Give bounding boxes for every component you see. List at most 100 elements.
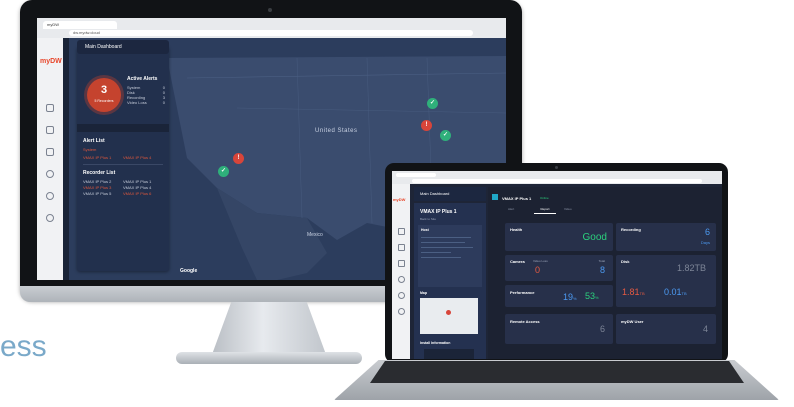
map-country-label: United States	[315, 128, 358, 134]
laptop-app-logo[interactable]: myDW	[393, 197, 405, 202]
browser-tab[interactable]: myDW	[43, 21, 117, 29]
laptop-online-status: Online	[540, 196, 549, 200]
recorder-item[interactable]: VMAX IP Plus 5	[83, 191, 111, 196]
remote-access-value: 6	[599, 324, 605, 334]
users-title: myDW User	[621, 319, 644, 324]
laptop-mini-map-pin	[446, 310, 451, 315]
camera-offline-value: 0	[535, 265, 541, 275]
address-bar[interactable]: dw.mydw.cloud	[69, 30, 473, 36]
laptop-address-bar[interactable]	[412, 179, 702, 183]
alert-count: 3	[100, 84, 108, 96]
tab-video[interactable]: Video	[564, 207, 572, 211]
remote-access-card[interactable]: Remote Access 6	[505, 314, 613, 344]
laptop-host-line	[421, 242, 465, 243]
laptop-user-icon[interactable]	[398, 276, 405, 283]
laptop-sidebar: myDW	[392, 184, 410, 359]
laptop-screen: myDW Main Dashboard VMAX IP Plus 1 Back …	[392, 171, 722, 359]
camera-title: Camera	[510, 259, 525, 264]
laptop-browser-tab[interactable]	[396, 173, 436, 177]
disk-total: 1.82TB	[676, 263, 706, 273]
alert-count-circle[interactable]: 3 5 Recorders	[87, 78, 121, 112]
laptop-alert-icon[interactable]	[398, 244, 405, 251]
performance-card[interactable]: Performance 19% 53%	[505, 285, 613, 307]
map-pin-online[interactable]: ✓	[218, 166, 229, 177]
alert-list-title: Alert List	[83, 138, 105, 144]
laptop-host-line	[421, 252, 451, 253]
recorder-item[interactable]: VMAX IP Plus 2	[83, 179, 111, 184]
laptop-info-icon[interactable]	[398, 308, 405, 315]
report-icon[interactable]	[46, 148, 54, 156]
monitor-camera	[268, 8, 272, 12]
recorder-item[interactable]: VMAX IP Plus 4	[123, 185, 151, 190]
map-pin-online[interactable]: ✓	[440, 130, 451, 141]
laptop-keyboard	[370, 361, 744, 383]
main-dashboard-header[interactable]: Main Dashboard	[77, 40, 169, 54]
laptop-tabs: Alert Report Video	[502, 205, 712, 215]
sidebar-divider	[63, 38, 69, 280]
alert-list-subtitle: System	[83, 147, 97, 152]
camera-offline-label: Video Loss	[533, 259, 548, 263]
recorder-item[interactable]: VMAX IP Plus 3	[83, 185, 111, 190]
laptop-device-title: VMAX IP Plus 1	[420, 209, 457, 215]
camera-card[interactable]: Camera Video Loss 0 Total 8	[505, 255, 613, 281]
dashboard-icon[interactable]	[46, 104, 54, 112]
map-attribution: Google	[180, 268, 198, 274]
alert-list-item[interactable]: VMAX IP Plus 4	[123, 155, 151, 160]
laptop-main-dashboard-header[interactable]: Main Dashboard	[414, 187, 486, 201]
laptop-install-list	[424, 349, 474, 359]
laptop-host-line	[421, 257, 461, 258]
laptop-install-heading: Install Information	[420, 341, 451, 345]
laptop-report-icon[interactable]	[398, 260, 405, 267]
left-sidebar: myDW	[37, 38, 63, 280]
map-pin-alert[interactable]: !	[233, 153, 244, 164]
info-icon[interactable]	[46, 214, 54, 222]
monitor-stand-base	[176, 352, 362, 364]
map-mexico-label: Mexico	[307, 232, 323, 238]
recorder-list-title: Recorder List	[83, 170, 116, 176]
settings-icon[interactable]	[46, 192, 54, 200]
recorder-item[interactable]: VMAX IP Plus 1	[123, 179, 151, 184]
camera-total-value: 8	[599, 265, 605, 275]
tab-alert[interactable]: Alert	[508, 207, 514, 211]
laptop-device-panel: VMAX IP Plus 1 Back to Site Host Map Ins…	[414, 203, 486, 359]
health-title: Health	[510, 227, 523, 232]
summary-panel: 3 5 Recorders Active Alerts System 0 Disk…	[77, 46, 169, 271]
laptop-host-line	[421, 247, 473, 248]
browser-chrome: myDW dw.mydw.cloud	[37, 18, 506, 38]
laptop-host-line	[421, 237, 471, 238]
alert-icon[interactable]	[46, 126, 54, 134]
recorders-count: 5 Recorders	[94, 99, 114, 103]
health-card[interactable]: Health Good	[505, 223, 613, 251]
recording-value: 6	[704, 227, 710, 237]
laptop-mini-map[interactable]	[420, 298, 478, 334]
panel-collapse-bar[interactable]	[77, 124, 169, 132]
app-logo[interactable]: myDW	[40, 58, 62, 65]
map-pin-online[interactable]: ✓	[427, 98, 438, 109]
disk-free: 0.01TB	[664, 287, 687, 297]
disk-card[interactable]: Disk 1.82TB 1.81TB 0.01TB	[616, 255, 716, 307]
laptop-device-sub[interactable]: Back to Site	[420, 217, 436, 221]
active-alerts-title: Active Alerts	[127, 76, 158, 82]
disk-used: 1.81TB	[622, 287, 645, 297]
laptop-browser-chrome	[392, 171, 722, 184]
recording-unit: Days	[700, 240, 710, 245]
active-alert-row: Video Loss 0	[127, 100, 165, 105]
laptop-host-heading: Host	[421, 228, 429, 232]
performance-cpu: 19%	[563, 292, 577, 302]
recording-title: Recording	[621, 227, 641, 232]
user-icon[interactable]	[46, 170, 54, 178]
recording-card[interactable]: Recording 6 Days	[616, 223, 716, 251]
camera-total-label: Total	[598, 259, 605, 263]
tab-report[interactable]: Report	[534, 205, 556, 214]
users-card[interactable]: myDW User 4	[616, 314, 716, 344]
active-alerts-list: System 0 Disk 0 Recording 3 Video Loss 0	[127, 85, 165, 105]
recorder-item[interactable]: VMAX IP Plus 6	[123, 191, 151, 196]
tagline-text: ess	[0, 330, 47, 363]
laptop-back-icon[interactable]	[492, 194, 498, 200]
panel-divider	[83, 164, 163, 165]
alert-list-item[interactable]: VMAX IP Plus 1	[83, 155, 111, 160]
map-pin-alert[interactable]: !	[421, 120, 432, 131]
laptop-settings-icon[interactable]	[398, 292, 405, 299]
laptop-content-title: VMAX IP Plus 1	[502, 196, 532, 201]
laptop-dashboard-icon[interactable]	[398, 228, 405, 235]
